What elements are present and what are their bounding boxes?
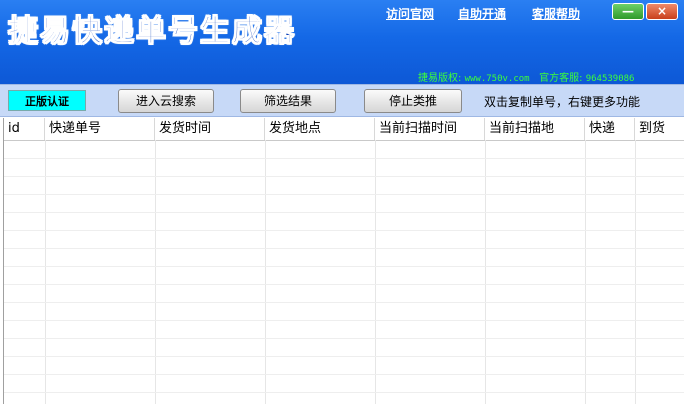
app-title: 捷易快递单号生成器 bbox=[8, 14, 296, 50]
grid-column-divider bbox=[155, 140, 156, 404]
grid-row-divider bbox=[4, 338, 684, 339]
grid-row-divider bbox=[4, 158, 684, 159]
title-bar: 捷易快递单号生成器 访问官网 自助开通 客服帮助 — × 捷易版权: www.7… bbox=[0, 0, 684, 84]
grid-row-divider bbox=[4, 176, 684, 177]
grid-row-divider bbox=[4, 194, 684, 195]
grid-row-divider bbox=[4, 320, 684, 321]
grid-column-divider bbox=[485, 140, 486, 404]
copyright-label: 捷易版权: bbox=[418, 73, 462, 84]
toolbar: 正版认证 进入云搜索 筛选结果 停止类推 双击复制单号，右键更多功能 bbox=[0, 84, 684, 117]
grid-column-divider bbox=[45, 140, 46, 404]
grid-row-divider bbox=[4, 284, 684, 285]
grid-column-divider bbox=[635, 140, 636, 404]
stop-push-button[interactable]: 停止类推 bbox=[364, 89, 462, 113]
grid-row-divider bbox=[4, 266, 684, 267]
grid-row-divider bbox=[4, 302, 684, 303]
column-header-arrival[interactable]: 到货 bbox=[635, 118, 684, 140]
column-header-ship-time[interactable]: 发货时间 bbox=[155, 118, 265, 140]
grid-row-divider bbox=[4, 248, 684, 249]
grid-row-divider bbox=[4, 374, 684, 375]
column-header-scan-location[interactable]: 当前扫描地 bbox=[485, 118, 585, 140]
grid-column-divider bbox=[375, 140, 376, 404]
filter-results-button[interactable]: 筛选结果 bbox=[240, 89, 336, 113]
table-header: id 快递单号 发货时间 发货地点 当前扫描时间 当前扫描地 快递 到货 bbox=[4, 118, 684, 141]
close-button[interactable]: × bbox=[646, 3, 678, 20]
hint-text: 双击复制单号，右键更多功能 bbox=[484, 95, 641, 109]
column-header-courier[interactable]: 快递 bbox=[585, 118, 635, 140]
visit-site-link[interactable]: 访问官网 bbox=[386, 5, 434, 22]
close-icon: × bbox=[656, 4, 668, 18]
auth-badge: 正版认证 bbox=[8, 90, 86, 111]
column-header-id[interactable]: id bbox=[4, 118, 45, 140]
grid-row-divider bbox=[4, 212, 684, 213]
grid-row-divider bbox=[4, 230, 684, 231]
column-header-tracking-number[interactable]: 快递单号 bbox=[45, 118, 155, 140]
service-qq: 964539086 bbox=[585, 74, 635, 84]
self-activate-link[interactable]: 自助开通 bbox=[458, 5, 506, 22]
minimize-icon: — bbox=[622, 4, 634, 18]
grid-row-divider bbox=[4, 356, 684, 357]
cloud-search-button[interactable]: 进入云搜索 bbox=[118, 89, 214, 113]
column-header-scan-time[interactable]: 当前扫描时间 bbox=[375, 118, 485, 140]
column-header-ship-location[interactable]: 发货地点 bbox=[265, 118, 375, 140]
copyright-site: www.750v.com bbox=[464, 74, 530, 84]
results-table[interactable]: id 快递单号 发货时间 发货地点 当前扫描时间 当前扫描地 快递 到货 bbox=[3, 118, 684, 404]
grid-row-divider bbox=[4, 392, 684, 393]
grid-column-divider bbox=[265, 140, 266, 404]
support-link[interactable]: 客服帮助 bbox=[532, 5, 580, 22]
service-label: 官方客服: bbox=[539, 73, 583, 84]
copyright-info: 捷易版权: www.750v.com 官方客服: 964539086 bbox=[418, 69, 634, 84]
grid-column-divider bbox=[585, 140, 586, 404]
minimize-button[interactable]: — bbox=[612, 3, 644, 20]
